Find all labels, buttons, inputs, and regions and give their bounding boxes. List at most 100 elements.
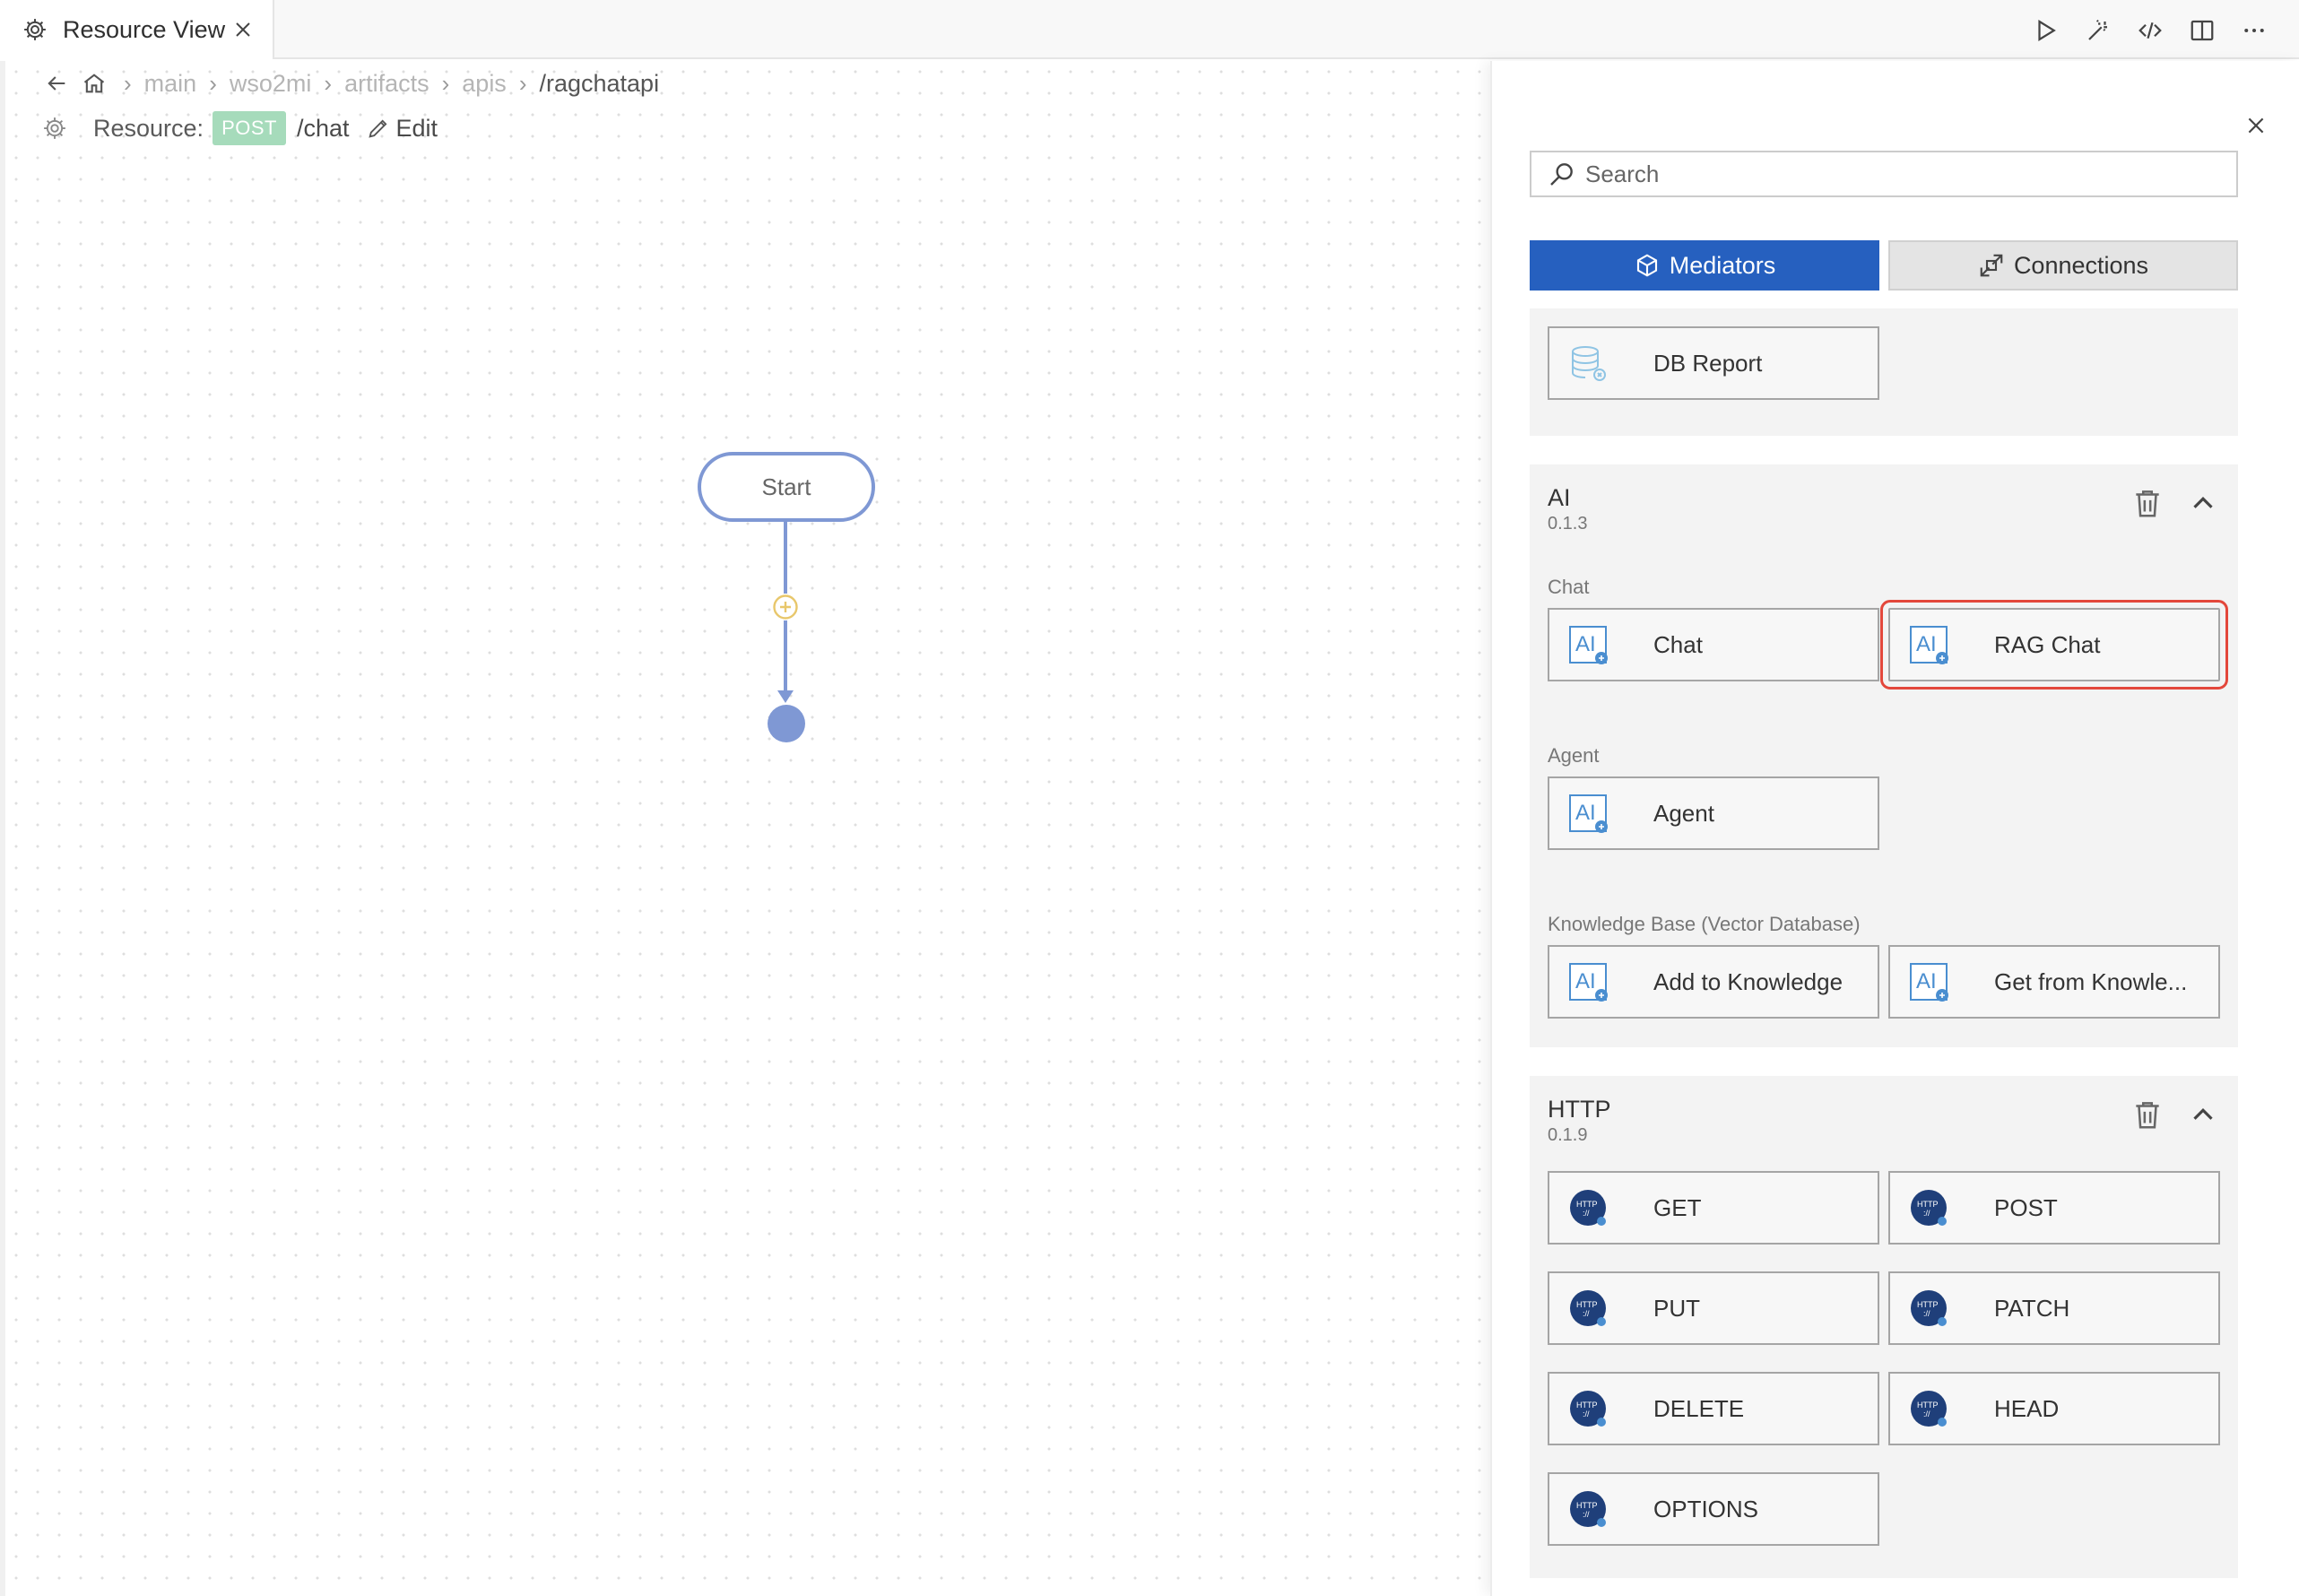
svg-text:://: :// [1583, 1510, 1590, 1519]
chevron-up-icon[interactable] [2186, 486, 2220, 520]
group-label-knowledge-base: Knowledge Base (Vector Database) [1548, 913, 1861, 935]
mediator-card-delete[interactable]: HTTP:// DELETE [1548, 1372, 1879, 1445]
mediator-palette-panel: Mediators Connections DB Report AI 0.1.3… [1490, 61, 2299, 1596]
gear-icon [24, 19, 46, 40]
mediator-card-options[interactable]: HTTP:// OPTIONS [1548, 1472, 1879, 1546]
section-version: 0.1.3 [1548, 514, 1588, 533]
magic-wand-icon[interactable] [2078, 11, 2118, 50]
svg-text:AI: AI [1575, 969, 1596, 993]
more-icon[interactable] [2234, 11, 2274, 50]
back-arrow-icon[interactable] [41, 68, 72, 99]
run-icon[interactable] [2026, 11, 2066, 50]
tab-connections-label: Connections [2013, 251, 2149, 279]
mediator-card-head[interactable]: HTTP:// HEAD [1888, 1372, 2220, 1445]
close-icon[interactable] [2238, 108, 2274, 143]
svg-text:://: :// [1923, 1209, 1930, 1218]
card-label: Chat [1653, 631, 1703, 658]
svg-text:AI: AI [1916, 969, 1937, 993]
group-label-chat: Chat [1548, 576, 1590, 598]
close-icon[interactable] [226, 13, 260, 47]
ai-section: AI 0.1.3 Chat AI Chat AI RAG Chat Agent … [1530, 464, 2238, 1047]
tab-mediators[interactable]: Mediators [1530, 240, 1879, 291]
chevron-right-icon: › [209, 69, 217, 97]
mediator-card-put[interactable]: HTTP:// PUT [1548, 1271, 1879, 1345]
svg-text:HTTP: HTTP [1917, 1200, 1939, 1209]
mediator-card-post[interactable]: HTTP:// POST [1888, 1171, 2220, 1245]
mediator-card-add-to-knowledge[interactable]: AI Add to Knowledge [1548, 945, 1879, 1019]
tab-mediators-label: Mediators [1669, 251, 1776, 279]
section-header: AI 0.1.3 [1548, 484, 1587, 534]
flow-connector [784, 620, 787, 692]
tab-resource-view[interactable]: Resource View [0, 0, 274, 59]
card-label: Add to Knowledge [1653, 968, 1844, 995]
svg-text:HTTP: HTTP [1576, 1501, 1598, 1510]
mediator-card-db-report[interactable]: DB Report [1548, 326, 1879, 400]
svg-text:AI: AI [1575, 801, 1596, 825]
card-label: GET [1653, 1194, 1702, 1221]
edit-label: Edit [395, 114, 438, 142]
svg-text:HTTP: HTTP [1576, 1200, 1598, 1209]
svg-text:://: :// [1583, 1209, 1590, 1218]
editor-actions [2021, 11, 2274, 50]
mediator-card-rag-chat[interactable]: AI RAG Chat [1880, 600, 2228, 690]
card-label: HEAD [1994, 1395, 2060, 1422]
split-editor-icon[interactable] [2182, 11, 2222, 50]
cube-icon [1636, 254, 1657, 277]
mediator-card-get[interactable]: HTTP:// GET [1548, 1171, 1879, 1245]
chevron-right-icon: › [324, 69, 333, 97]
card-label: RAG Chat [1994, 631, 2101, 658]
svg-text:HTTP: HTTP [1576, 1401, 1598, 1410]
mediator-card-patch[interactable]: HTTP:// PATCH [1888, 1271, 2220, 1345]
resource-header: Resource: POST /chat Edit [41, 111, 438, 145]
group-label-agent: Agent [1548, 744, 1600, 767]
trash-icon[interactable] [2130, 486, 2165, 520]
card-label: POST [1994, 1194, 2058, 1221]
tab-connections[interactable]: Connections [1888, 240, 2238, 291]
ai-icon: AI [1910, 626, 1948, 664]
svg-text:://: :// [1583, 1410, 1590, 1418]
svg-text:AI: AI [1575, 632, 1596, 656]
ai-icon: AI [1569, 626, 1608, 664]
mediator-card-chat[interactable]: AI Chat [1548, 608, 1879, 681]
card-label: DELETE [1653, 1395, 1745, 1422]
home-icon[interactable] [79, 68, 109, 99]
mediator-card-get-from-knowledge[interactable]: AI Get from Knowle... [1888, 945, 2220, 1019]
editor-tab-bar: Resource View [0, 0, 2299, 59]
http-icon: HTTP:// [1570, 1491, 1606, 1527]
breadcrumb-apis[interactable]: apis [462, 70, 507, 98]
mediator-card-agent[interactable]: AI Agent [1548, 776, 1879, 850]
http-icon: HTTP:// [1570, 1290, 1606, 1326]
edit-button[interactable]: Edit [366, 115, 438, 143]
chevron-right-icon: › [518, 69, 527, 97]
search-input[interactable] [1585, 160, 2213, 188]
svg-text:HTTP: HTTP [1917, 1300, 1939, 1309]
section-title: HTTP [1548, 1096, 1611, 1123]
flow-arrow-head [777, 690, 794, 703]
card-label: Agent [1653, 800, 1714, 827]
card-label: OPTIONS [1653, 1496, 1759, 1522]
breadcrumb: › main › wso2mi › artifacts › apis › /ra… [41, 68, 664, 99]
end-node[interactable] [768, 705, 805, 742]
chevron-up-icon[interactable] [2186, 1097, 2220, 1132]
method-badge: POST [213, 111, 286, 145]
svg-text:AI: AI [1916, 632, 1937, 656]
http-icon: HTTP:// [1570, 1190, 1606, 1226]
card-label: DB Report [1653, 350, 1763, 377]
add-circle-icon[interactable] [772, 594, 799, 620]
card-label: PATCH [1994, 1295, 2070, 1322]
svg-text:HTTP: HTTP [1576, 1300, 1598, 1309]
card-label: PUT [1653, 1295, 1700, 1322]
start-node[interactable]: Start [698, 452, 875, 522]
diagram-canvas[interactable]: › main › wso2mi › artifacts › apis › /ra… [0, 61, 1490, 1596]
http-icon: HTTP:// [1570, 1391, 1606, 1427]
breadcrumb-wso2mi[interactable]: wso2mi [230, 70, 312, 98]
code-icon[interactable] [2130, 11, 2170, 50]
ai-icon: AI [1569, 963, 1608, 1002]
search-field[interactable] [1530, 151, 2238, 197]
breadcrumb-artifacts[interactable]: artifacts [344, 70, 429, 98]
breadcrumb-main[interactable]: main [144, 70, 197, 98]
chevron-right-icon: › [441, 69, 450, 97]
trash-icon[interactable] [2130, 1097, 2165, 1132]
ai-icon: AI [1910, 963, 1948, 1002]
search-icon [1550, 163, 1573, 186]
